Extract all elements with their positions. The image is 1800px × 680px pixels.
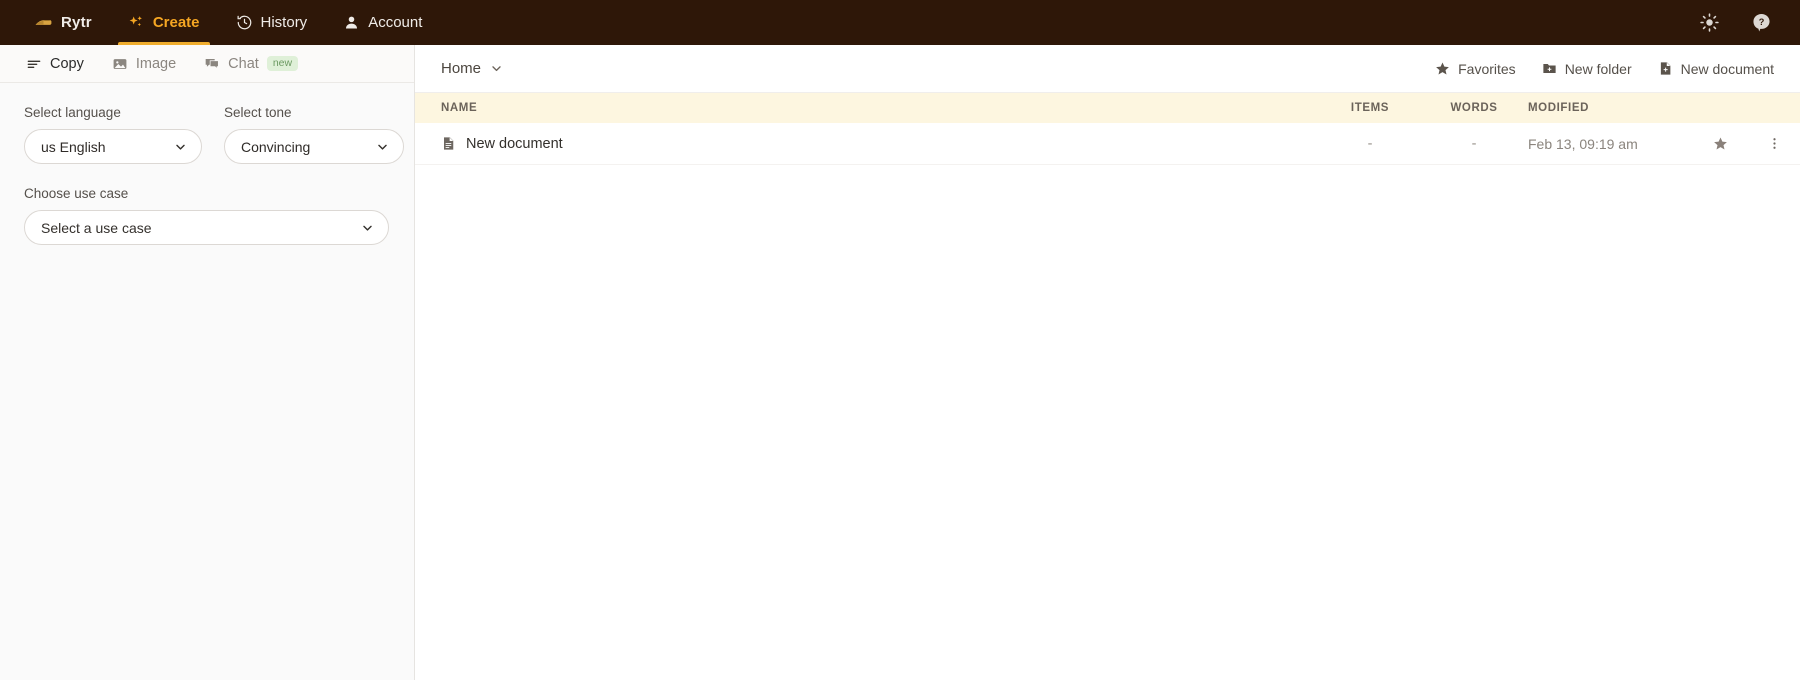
rytr-logo-icon [34,13,53,32]
language-field: Select language us English [24,105,202,164]
content-header-actions: Favorites New folder [1435,61,1774,77]
sparkles-icon [128,14,145,31]
documents-table: NAME ITEMS WORDS MODIFIED [415,93,1800,680]
sidebar-tab-label-copy: Copy [50,56,84,72]
usecase-select-value: Select a use case [41,220,152,236]
sidebar-tab-label-image: Image [136,56,176,72]
person-icon [343,14,360,31]
column-header-words: WORDS [1424,102,1524,114]
table-row[interactable]: New document - - Feb 13, 09:19 am [415,123,1800,165]
top-nav-item-account[interactable]: Account [325,0,440,45]
tone-label: Select tone [224,105,404,120]
table-cell-menu[interactable] [1748,136,1800,151]
sidebar-tab-label-chat: Chat [228,56,259,72]
tone-field: Select tone Convincing [224,105,404,164]
favorites-label: Favorites [1458,61,1516,77]
sidebar-tab-copy[interactable]: Copy [12,45,98,82]
copy-settings-form: Select language us English Select tone C… [0,83,414,267]
language-label: Select language [24,105,202,120]
document-icon [441,136,456,151]
kebab-menu-icon[interactable] [1767,136,1782,151]
top-nav-utility-icons: ? [1696,0,1800,45]
sidebar-tab-image[interactable]: Image [98,45,190,82]
chat-icon [204,56,220,72]
breadcrumb[interactable]: Home [441,60,503,77]
star-icon [1435,61,1450,76]
help-button[interactable]: ? [1748,10,1774,36]
top-navigation-bar: Rytr Create History [0,0,1800,45]
usecase-field: Choose use case Select a use case [24,186,390,245]
top-nav-label-history: History [261,14,308,31]
new-document-button[interactable]: New document [1658,61,1774,77]
language-select[interactable]: us English [24,129,202,164]
top-nav-item-history[interactable]: History [218,0,326,45]
chevron-down-icon [174,140,187,153]
new-document-label: New document [1681,61,1774,77]
new-folder-label: New folder [1565,61,1632,77]
table-cell-modified: Feb 13, 09:19 am [1524,136,1692,152]
theme-toggle-button[interactable] [1696,10,1722,36]
app-body: Copy Image [0,45,1800,680]
column-header-name: NAME [415,102,1316,114]
lines-icon [26,56,42,72]
main-content-panel: Home Favorites [415,45,1800,680]
column-header-modified: MODIFIED [1524,102,1692,114]
brand-home-link[interactable]: Rytr [16,0,110,45]
star-filled-icon[interactable] [1713,136,1728,151]
table-cell-name[interactable]: New document [415,136,1316,152]
sidebar-tab-chat[interactable]: Chat new [190,45,312,82]
help-question-icon: ? [1751,12,1772,33]
top-nav-label-account: Account [368,14,422,31]
tone-select-value: Convincing [241,139,310,155]
top-nav-item-create[interactable]: Create [110,0,218,45]
column-header-items: ITEMS [1316,102,1424,114]
top-nav-label-create: Create [153,14,200,31]
new-folder-button[interactable]: New folder [1542,61,1632,77]
chevron-down-icon [361,221,374,234]
top-nav-items: Rytr Create History [0,0,440,45]
table-header-row: NAME ITEMS WORDS MODIFIED [415,93,1800,123]
document-name: New document [466,136,563,152]
sun-icon [1699,12,1720,33]
usecase-select[interactable]: Select a use case [24,210,389,245]
file-plus-icon [1658,61,1673,76]
breadcrumb-label-home: Home [441,60,481,77]
clock-history-icon [236,14,253,31]
language-select-value: us English [41,139,106,155]
table-cell-star[interactable] [1692,136,1748,151]
tone-select[interactable]: Convincing [224,129,404,164]
chevron-down-icon [376,140,389,153]
usecase-label: Choose use case [24,186,390,201]
brand-label: Rytr [61,14,92,31]
folder-plus-icon [1542,61,1557,76]
favorites-button[interactable]: Favorites [1435,61,1516,77]
content-header: Home Favorites [415,45,1800,93]
left-sidebar-panel: Copy Image [0,45,415,680]
image-icon [112,56,128,72]
chat-new-badge: new [267,56,298,72]
svg-text:?: ? [1758,17,1764,27]
sidebar-tab-bar: Copy Image [0,45,414,83]
language-tone-row: Select language us English Select tone C… [24,105,390,164]
chevron-down-icon [490,62,503,75]
table-cell-words: - [1424,136,1524,152]
table-cell-items: - [1316,136,1424,152]
